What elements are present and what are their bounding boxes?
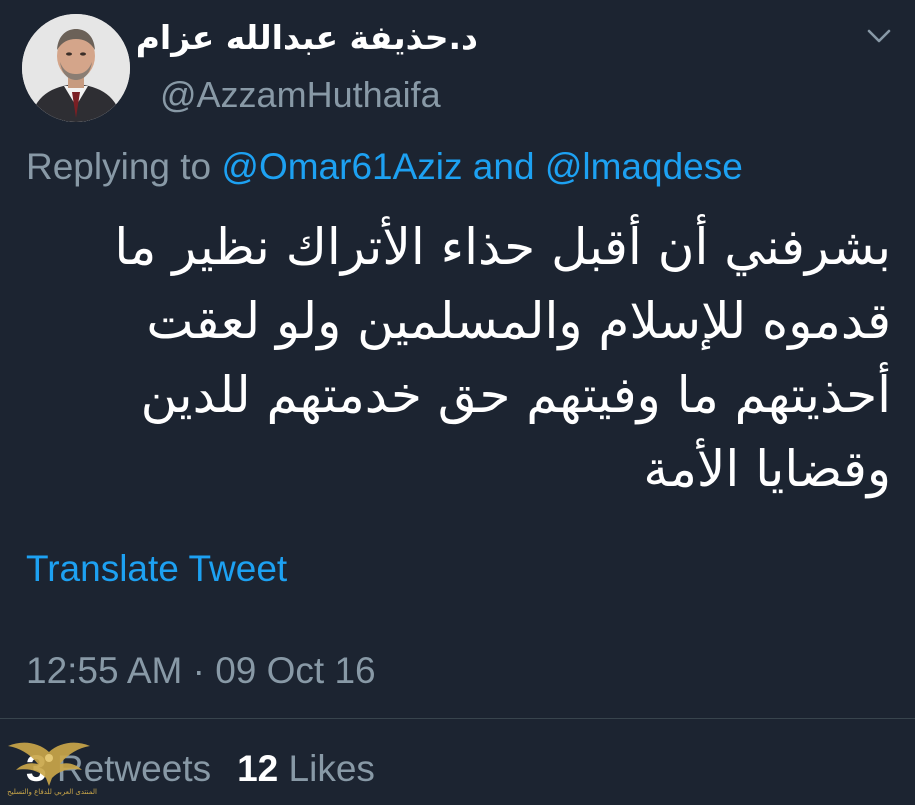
chevron-down-icon[interactable] — [866, 26, 892, 46]
avatar[interactable] — [22, 14, 130, 122]
divider — [0, 718, 915, 719]
watermark-text: المنتدى العربي للدفاع والتسليح — [7, 788, 97, 796]
watermark: المنتدى العربي للدفاع والتسليح — [4, 738, 97, 802]
user-handle[interactable]: @AzzamHuthaifa — [160, 74, 441, 116]
eagle-logo-icon — [8, 742, 90, 786]
translate-tweet-link[interactable]: Translate Tweet — [26, 548, 287, 590]
replying-and[interactable]: and — [473, 146, 535, 187]
mention-link-1[interactable]: @Omar61Aziz — [221, 146, 462, 187]
avatar-photo — [22, 14, 130, 122]
likes-label[interactable]: Likes — [289, 748, 375, 789]
tweet-timestamp[interactable]: 12:55 AM · 09 Oct 16 — [26, 650, 376, 692]
likes-count[interactable]: 12 — [237, 748, 278, 789]
tweet-text: بشرفني أن أقبل حذاء الأتراك نظير ما قدمو… — [114, 218, 891, 498]
display-name[interactable]: د.حذيفة عبدالله عزام — [136, 18, 478, 57]
replying-to: Replying to @Omar61Aziz and @lmaqdese — [26, 146, 743, 188]
mention-link-2[interactable]: @lmaqdese — [545, 146, 743, 187]
replying-prefix: Replying to — [26, 146, 212, 187]
